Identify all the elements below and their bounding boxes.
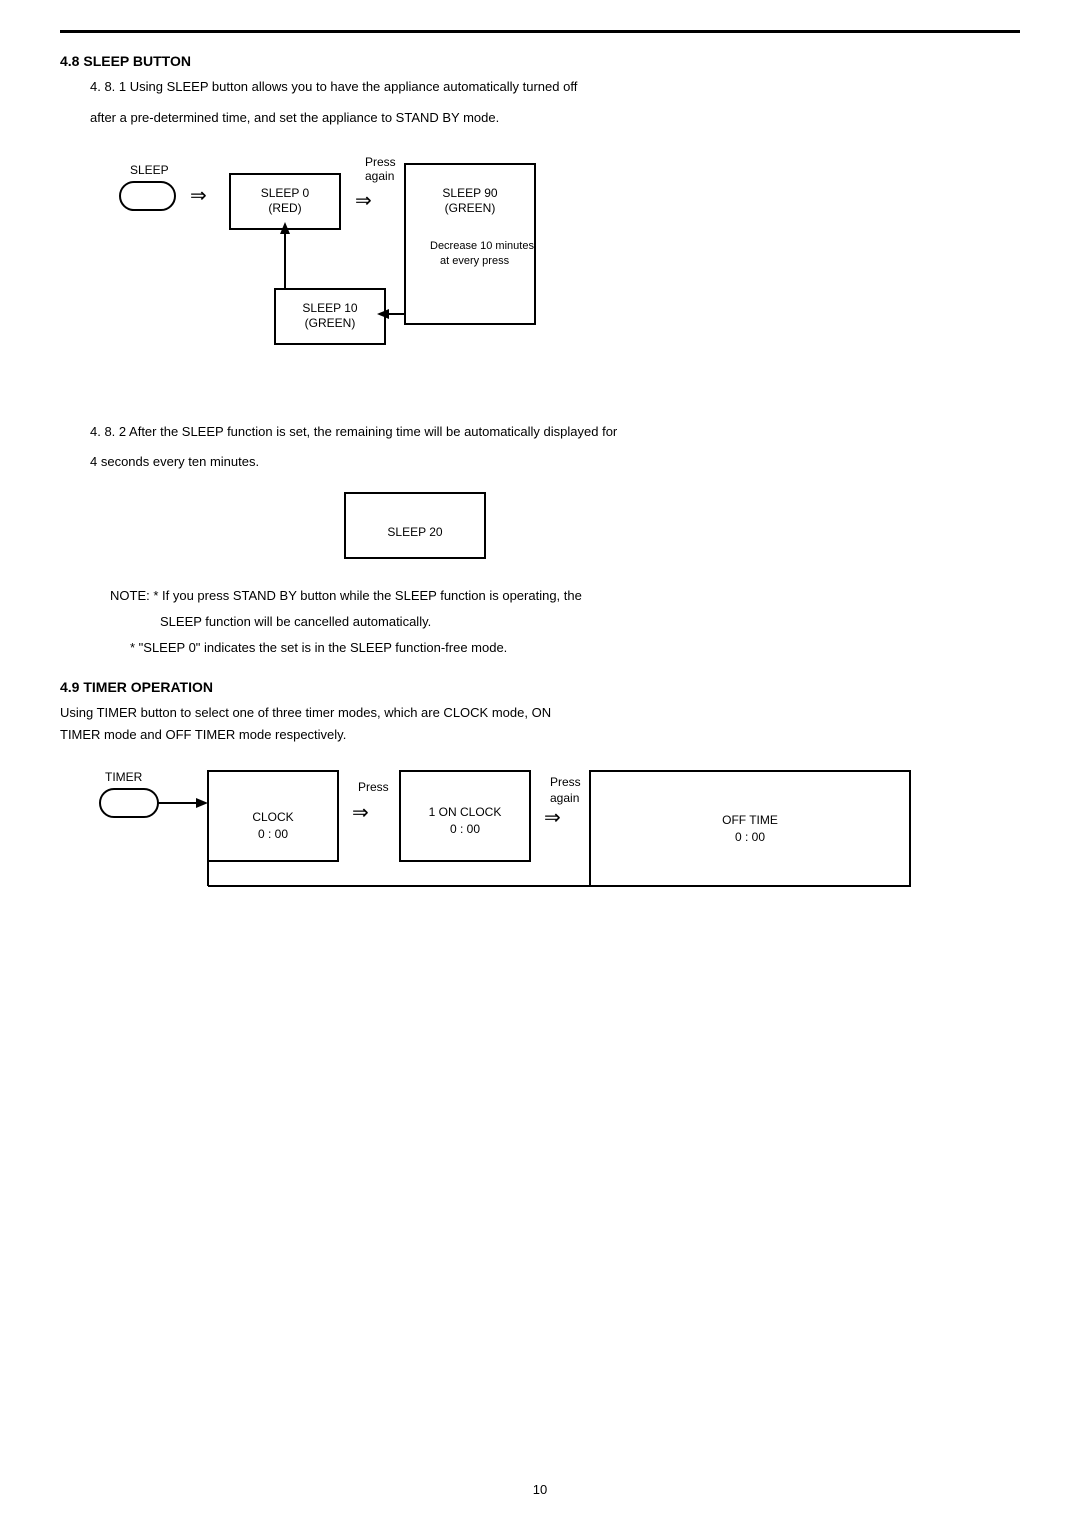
top-border — [60, 30, 1020, 33]
svg-text:OFF TIME: OFF TIME — [722, 813, 778, 827]
svg-text:again: again — [550, 791, 579, 805]
svg-text:CLOCK: CLOCK — [252, 810, 293, 824]
svg-text:again: again — [365, 169, 394, 183]
svg-text:SLEEP 10: SLEEP 10 — [302, 301, 357, 315]
svg-text:⇒: ⇒ — [355, 190, 372, 212]
sleep-section: 4.8 SLEEP BUTTON 4. 8. 1 Using SLEEP but… — [60, 53, 1020, 659]
svg-text:⇒: ⇒ — [352, 802, 369, 824]
svg-text:SLEEP 0: SLEEP 0 — [261, 186, 310, 200]
svg-text:0 : 00: 0 : 00 — [735, 830, 765, 844]
svg-text:Press: Press — [358, 780, 389, 794]
svg-text:SLEEP: SLEEP — [130, 163, 169, 177]
svg-text:1 ON CLOCK: 1 ON CLOCK — [429, 805, 502, 819]
svg-text:Press: Press — [550, 775, 581, 789]
timer-desc-line2: TIMER mode and OFF TIMER mode respective… — [60, 725, 1020, 746]
sleep20-svg: SLEEP 20 — [340, 488, 500, 568]
svg-text:TIMER: TIMER — [105, 770, 143, 784]
svg-text:Press: Press — [365, 155, 396, 169]
sleep-para1-line1: 4. 8. 1 Using SLEEP button allows you to… — [90, 77, 1020, 98]
timer-desc-line1: Using TIMER button to select one of thre… — [60, 703, 1020, 724]
sleep-section-title: 4.8 SLEEP BUTTON — [60, 53, 1020, 69]
sleep-para2-line2: 4 seconds every ten minutes. — [90, 452, 1020, 473]
sleep20-diagram: SLEEP 20 — [340, 488, 1020, 571]
note2: SLEEP function will be cancelled automat… — [160, 612, 1020, 633]
svg-text:SLEEP 20: SLEEP 20 — [387, 525, 442, 539]
page-number: 10 — [0, 1482, 1080, 1497]
note3: * "SLEEP 0" indicates the set is in the … — [130, 638, 1020, 659]
timer-diagram-svg: TIMER CLOCK 0 : 00 Press ⇒ 1 ON CLOCK 0 … — [90, 756, 940, 901]
svg-text:(RED): (RED) — [268, 201, 301, 215]
sleep-diagram-svg: SLEEP ⇒ SLEEP 0 (RED) Press again ⇒ SLEE… — [100, 144, 800, 404]
svg-text:Decrease 10 minutes: Decrease 10 minutes — [430, 240, 534, 252]
svg-text:⇒: ⇒ — [544, 807, 561, 829]
svg-text:0 : 00: 0 : 00 — [450, 822, 480, 836]
sleep-para1-line2: after a pre-determined time, and set the… — [90, 108, 1020, 129]
svg-text:(GREEN): (GREEN) — [445, 201, 496, 215]
timer-flow-diagram: TIMER CLOCK 0 : 00 Press ⇒ 1 ON CLOCK 0 … — [90, 756, 1020, 904]
sleep-flow-diagram: SLEEP ⇒ SLEEP 0 (RED) Press again ⇒ SLEE… — [100, 144, 1020, 407]
svg-text:0 : 00: 0 : 00 — [258, 827, 288, 841]
svg-text:(GREEN): (GREEN) — [305, 316, 356, 330]
timer-section: 4.9 TIMER OPERATION Using TIMER button t… — [60, 679, 1020, 905]
svg-text:at every press: at every press — [440, 255, 510, 267]
sleep-para2-line1: 4. 8. 2 After the SLEEP function is set,… — [90, 422, 1020, 443]
svg-text:⇒: ⇒ — [190, 185, 207, 207]
svg-text:SLEEP 90: SLEEP 90 — [442, 186, 497, 200]
timer-section-title: 4.9 TIMER OPERATION — [60, 679, 1020, 695]
note1: NOTE: * If you press STAND BY button whi… — [110, 586, 1020, 607]
